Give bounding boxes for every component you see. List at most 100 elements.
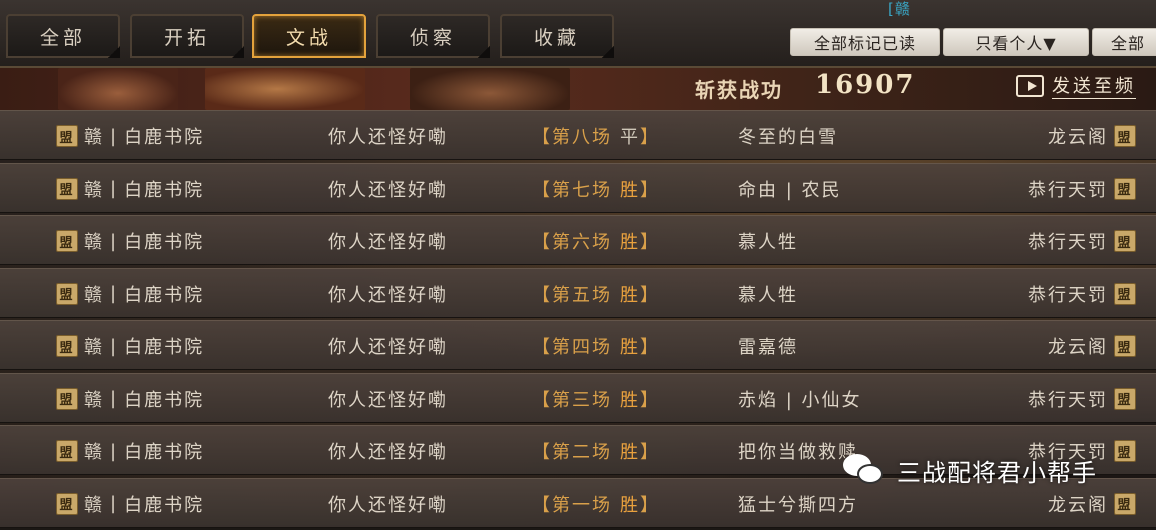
result-label: 胜 [620, 494, 640, 516]
tab-explore[interactable]: 开拓 [130, 14, 244, 58]
send-label: 发送至频 [1052, 72, 1136, 99]
battle-result: 【 第一场 胜 】 [532, 479, 660, 529]
alliance-seal-icon: 盟 [56, 282, 78, 305]
result-label: 胜 [620, 179, 640, 201]
bracket-open: 【 [532, 232, 552, 253]
share-icon [1016, 74, 1044, 97]
result-label: 胜 [620, 337, 640, 358]
alliance-seal-icon: 盟 [56, 440, 78, 462]
all-button[interactable]: 全部 [1092, 28, 1156, 56]
bracket-open: 【 [532, 389, 552, 411]
attacker-info: 盟 赣 | 白鹿书院 [56, 479, 204, 529]
battle-result: 【 第三场 胜 】 [532, 374, 660, 424]
battle-round: 第八场 [552, 127, 612, 148]
alliance-seal-icon: 盟 [1114, 282, 1136, 305]
alliance-seal-icon: 盟 [56, 230, 78, 252]
alliance-name: 赣 [84, 442, 104, 463]
wechat-icon [843, 452, 885, 488]
bracket-open: 【 [532, 337, 552, 358]
battle-round: 第七场 [552, 179, 612, 201]
defender-name: 猛士兮撕四方 [738, 494, 858, 516]
defender-name: 冬至的白雪 [738, 127, 838, 148]
alliance-seal-icon: 盟 [1114, 492, 1136, 515]
attacker-info: 盟 赣 | 白鹿书院 [56, 426, 204, 476]
alliance-seal-icon: 盟 [1114, 177, 1136, 200]
battle-result: 【 第四场 胜 】 [532, 321, 660, 371]
battle-report-row[interactable]: 盟 赣 | 白鹿书院 你人还怪好嘞 【 第六场 胜 】 慕人牲 恭行天罚 盟 [0, 215, 1156, 265]
result-label: 胜 [620, 232, 640, 253]
battle-banner: 斩获战功 16907 发送至频 [0, 68, 1156, 110]
alliance-seal-icon: 盟 [1114, 230, 1136, 252]
separator: | [110, 440, 119, 462]
tab-duel[interactable]: 文战 [252, 14, 366, 58]
battle-report-row[interactable]: 盟 赣 | 白鹿书院 你人还怪好嘞 【 第七场 胜 】 命由 | 农民 恭行天罚… [0, 162, 1156, 214]
bracket-close: 】 [640, 179, 660, 201]
tab-scout[interactable]: 侦察 [376, 14, 490, 58]
tab-bar: 全部 开拓 文战 侦察 收藏 [赣 全部标记已读 只看个人▼ 全部 [0, 0, 1156, 68]
battle-report-row[interactable]: 盟 赣 | 白鹿书院 你人还怪好嘞 【 第三场 胜 】 赤焰 | 小仙女 恭行天… [0, 372, 1156, 424]
alliance-seal-icon: 盟 [56, 335, 78, 357]
attacker-name: 你人还怪好嘞 [328, 284, 448, 306]
general-portrait [205, 68, 365, 110]
battle-report-row[interactable]: 盟 赣 | 白鹿书院 你人还怪好嘞 【 第八场 平 】 冬至的白雪 龙云阁 盟 [0, 110, 1156, 160]
attacker-group: 白鹿书院 [124, 127, 205, 148]
alliance-seal-icon: 盟 [1114, 440, 1136, 462]
result-label: 胜 [620, 284, 640, 306]
bracket-close: 】 [640, 442, 660, 463]
battle-round: 第五场 [552, 284, 612, 306]
defender-group: 龙云阁 [1048, 494, 1108, 516]
result-label: 平 [620, 127, 640, 148]
tab-favorites[interactable]: 收藏 [500, 14, 614, 58]
filter-personal-dropdown[interactable]: 只看个人▼ [943, 28, 1089, 56]
attacker-group: 白鹿书院 [124, 442, 205, 463]
defender-name: 赤焰 | 小仙女 [738, 389, 862, 411]
watermark-text: 三战配将君小帮手 [897, 458, 1097, 487]
bracket-open: 【 [532, 284, 552, 306]
attacker-info: 盟 赣 | 白鹿书院 [56, 321, 204, 371]
defender-info: 恭行天罚 盟 [1028, 374, 1136, 424]
defender-group: 龙云阁 [1048, 337, 1108, 358]
defender-name: 把你当做救赎 [738, 442, 858, 463]
bracket-close: 】 [640, 232, 660, 253]
battle-report-row[interactable]: 盟 赣 | 白鹿书院 你人还怪好嘞 【 第四场 胜 】 雷嘉德 龙云阁 盟 [0, 320, 1156, 370]
battle-result: 【 第六场 胜 】 [532, 216, 660, 266]
send-to-channel-button[interactable]: 发送至频 [1016, 72, 1136, 99]
mark-all-read-button[interactable]: 全部标记已读 [790, 28, 940, 56]
defender-info: 龙云阁 盟 [1048, 321, 1136, 371]
alliance-code: [赣 [888, 0, 911, 18]
attacker-name: 你人还怪好嘞 [328, 232, 448, 253]
separator: | [110, 335, 119, 357]
alliance-seal-icon: 盟 [56, 492, 78, 515]
defender-info: 恭行天罚 盟 [1028, 269, 1136, 319]
battle-round: 第二场 [552, 442, 612, 463]
defender-name: 慕人牲 [738, 232, 798, 253]
bracket-close: 】 [640, 494, 660, 516]
alliance-seal-icon: 盟 [1114, 335, 1136, 357]
attacker-info: 盟 赣 | 白鹿书院 [56, 164, 204, 214]
defender-group: 恭行天罚 [1028, 284, 1108, 306]
tab-all[interactable]: 全部 [6, 14, 120, 58]
alliance-name: 赣 [84, 284, 104, 306]
general-portrait [410, 68, 570, 110]
general-portrait [58, 68, 178, 110]
attacker-group: 白鹿书院 [124, 389, 205, 411]
attacker-name: 你人还怪好嘞 [328, 494, 448, 516]
alliance-seal-icon: 盟 [56, 177, 78, 200]
attacker-group: 白鹿书院 [124, 232, 205, 253]
defender-group: 恭行天罚 [1028, 179, 1108, 201]
defender-group: 恭行天罚 [1028, 232, 1108, 253]
battle-result: 【 第二场 胜 】 [532, 426, 660, 476]
watermark: 三战配将君小帮手 [843, 452, 1097, 488]
separator: | [110, 388, 119, 409]
attacker-name: 你人还怪好嘞 [328, 127, 448, 148]
battle-report-row[interactable]: 盟 赣 | 白鹿书院 你人还怪好嘞 【 第五场 胜 】 慕人牲 恭行天罚 盟 [0, 267, 1156, 319]
separator: | [110, 493, 119, 514]
tab-label: 收藏 [533, 26, 580, 49]
attacker-info: 盟 赣 | 白鹿书院 [56, 269, 204, 319]
tab-label: 开拓 [163, 26, 210, 49]
alliance-name: 赣 [84, 337, 104, 358]
defender-name: 慕人牲 [738, 284, 798, 306]
tab-label: 文战 [285, 26, 332, 49]
score-label: 斩获战功 [695, 78, 783, 102]
alliance-name: 赣 [84, 179, 104, 201]
